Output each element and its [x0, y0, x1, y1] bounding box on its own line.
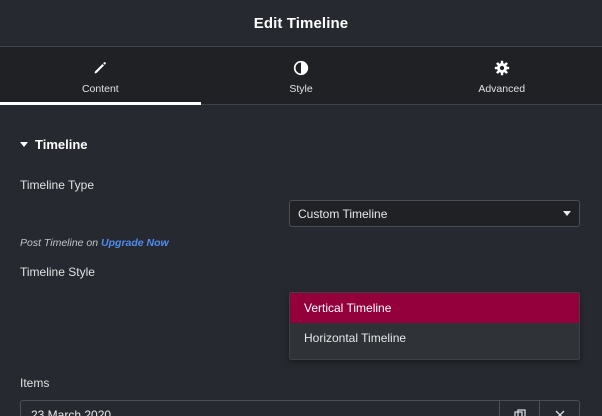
tab-content-label: Content [81, 82, 119, 95]
repeater-item-title[interactable]: 23 March 2020 [21, 408, 499, 416]
content-panel: Timeline Timeline Type Custom Timeline P… [0, 106, 602, 416]
tab-content[interactable]: Content [0, 47, 201, 105]
section-toggle-timeline[interactable]: Timeline [20, 137, 88, 152]
timeline-style-label: Timeline Style [20, 265, 95, 279]
gear-icon [494, 59, 510, 77]
items-label: Items [20, 376, 50, 390]
caret-down-icon [20, 142, 28, 147]
close-icon [555, 410, 564, 416]
timeline-type-label: Timeline Type [20, 178, 95, 192]
copy-icon [513, 409, 526, 416]
half-circle-icon [293, 59, 309, 77]
pencil-icon [93, 59, 107, 77]
timeline-type-select[interactable]: Custom Timeline [289, 200, 580, 227]
timeline-type-value: Custom Timeline [298, 206, 388, 221]
tab-advanced-label: Advanced [478, 82, 526, 95]
tab-style[interactable]: Style [201, 47, 402, 104]
timeline-style-dropdown: Vertical Timeline Horizontal Timeline [289, 292, 580, 360]
option-vertical-timeline[interactable]: Vertical Timeline [290, 293, 579, 323]
panel-title: Edit Timeline [253, 14, 349, 32]
tab-bar: Content Style Advanced [0, 47, 602, 105]
upgrade-note-text: Post Timeline on [20, 237, 102, 249]
section-title: Timeline [35, 137, 88, 152]
panel-header: Edit Timeline [0, 0, 602, 47]
tab-advanced[interactable]: Advanced [401, 47, 602, 104]
chevron-down-icon [563, 211, 571, 216]
option-horizontal-timeline[interactable]: Horizontal Timeline [290, 323, 579, 353]
tab-style-label: Style [289, 82, 313, 95]
upgrade-note: Post Timeline on Upgrade Now [20, 237, 169, 249]
remove-item-button[interactable] [539, 401, 579, 416]
upgrade-now-link[interactable]: Upgrade Now [101, 237, 169, 249]
repeater-item: 23 March 2020 [20, 400, 580, 416]
duplicate-item-button[interactable] [499, 401, 539, 416]
